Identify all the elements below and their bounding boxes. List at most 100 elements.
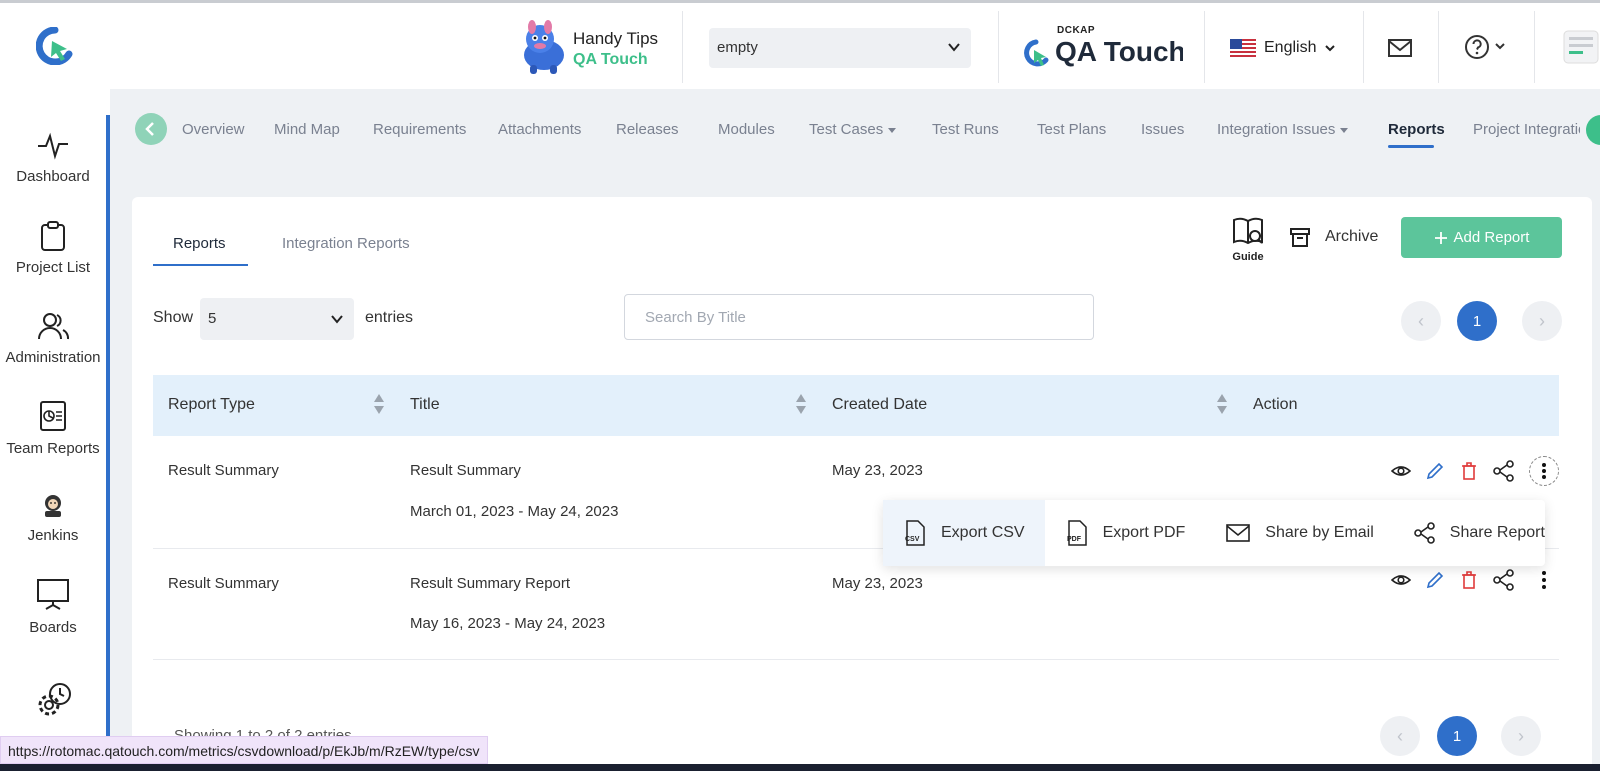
- sidebar-item-team-reports[interactable]: Team Reports: [0, 400, 106, 457]
- taskbar-strip: [0, 764, 1600, 771]
- tips-title: Handy Tips: [573, 29, 659, 48]
- guide-button[interactable]: Guide: [1228, 216, 1268, 264]
- mail-icon[interactable]: [1387, 35, 1413, 61]
- chevron-left-icon: [145, 122, 154, 136]
- qa-touch-logo-icon: [1024, 39, 1049, 67]
- language-select[interactable]: English: [1230, 36, 1336, 60]
- sidebar-item-label: Jenkins: [27, 527, 79, 544]
- tab-requirements[interactable]: Requirements: [373, 121, 466, 138]
- subtab-integration-reports[interactable]: Integration Reports: [282, 235, 410, 252]
- column-header-report-type[interactable]: Report Type: [168, 396, 255, 414]
- sidebar-item-boards[interactable]: Boards: [0, 577, 106, 636]
- view-eye-icon[interactable]: [1391, 570, 1411, 590]
- menu-item-export-csv[interactable]: CSV Export CSV: [883, 500, 1045, 566]
- more-options-button[interactable]: [1529, 456, 1559, 486]
- pagination-next-button[interactable]: ›: [1501, 716, 1541, 756]
- sidebar-item-label: Administration: [5, 349, 101, 366]
- sidebar-item-settings[interactable]: [0, 681, 106, 729]
- users-icon: [38, 313, 70, 340]
- tab-modules[interactable]: Modules: [718, 121, 775, 138]
- pagination-prev-button[interactable]: ‹: [1380, 716, 1420, 756]
- caret-down-icon: [888, 127, 897, 133]
- tab-test-cases[interactable]: Test Cases: [809, 121, 897, 138]
- tips-subtitle: QA Touch: [573, 51, 648, 68]
- tab-project-integrations[interactable]: Project Integratio: [1473, 121, 1580, 138]
- archive-button[interactable]: Archive: [1289, 226, 1378, 248]
- sidebar-item-label: Team Reports: [6, 440, 100, 457]
- language-label: English: [1264, 39, 1317, 56]
- archive-icon: [1290, 228, 1310, 247]
- menu-item-export-pdf[interactable]: PDF Export PDF: [1045, 500, 1206, 566]
- menu-item-share-report[interactable]: Share Report: [1394, 500, 1565, 566]
- sidebar-item-administration[interactable]: Administration: [0, 311, 106, 366]
- mail-icon: [1226, 524, 1251, 542]
- cell-title[interactable]: Result Summary: [410, 462, 521, 479]
- project-select-value: empty: [717, 39, 758, 56]
- pagination-current-page[interactable]: 1: [1437, 716, 1477, 756]
- svg-text:PDF: PDF: [1067, 536, 1082, 543]
- sidebar-item-jenkins[interactable]: Jenkins: [0, 493, 106, 544]
- row-options-menu: CSV Export CSV PDF Export PDF Share by E…: [883, 500, 1545, 566]
- menu-item-label: Share Report: [1449, 524, 1545, 541]
- avatar[interactable]: [1562, 27, 1600, 67]
- tab-test-plans[interactable]: Test Plans: [1037, 121, 1106, 138]
- cell-created-date: May 23, 2023: [832, 462, 923, 479]
- tabs-next-button[interactable]: [1586, 115, 1600, 145]
- pagination-next-button[interactable]: ›: [1522, 301, 1562, 341]
- tab-overview[interactable]: Overview: [182, 121, 245, 138]
- delete-trash-icon[interactable]: [1459, 570, 1479, 590]
- tab-attachments[interactable]: Attachments: [498, 121, 581, 138]
- tab-reports[interactable]: Reports: [1388, 121, 1445, 138]
- tab-test-runs[interactable]: Test Runs: [932, 121, 999, 138]
- tab-integration-issues[interactable]: Integration Issues: [1217, 121, 1349, 138]
- share-icon[interactable]: [1493, 460, 1515, 482]
- archive-label: Archive: [1325, 228, 1379, 245]
- status-url-tooltip: https://rotomac.qatouch.com/metrics/csvd…: [0, 736, 488, 764]
- csv-file-icon: CSV: [905, 520, 925, 546]
- tab-issues[interactable]: Issues: [1141, 121, 1184, 138]
- delete-trash-icon[interactable]: [1459, 461, 1479, 481]
- view-eye-icon[interactable]: [1391, 461, 1411, 481]
- sort-icon[interactable]: [1216, 393, 1228, 415]
- handy-tips[interactable]: Handy Tips QA Touch: [518, 17, 668, 79]
- tab-mind-map[interactable]: Mind Map: [274, 121, 340, 138]
- subtab-reports[interactable]: Reports: [173, 235, 226, 252]
- sidebar-item-label: Dashboard: [16, 168, 90, 185]
- project-select[interactable]: empty: [709, 28, 971, 68]
- pagination-prev-button[interactable]: ‹: [1401, 301, 1441, 341]
- divider: [1534, 11, 1535, 83]
- pagination-current-page[interactable]: 1: [1457, 301, 1497, 341]
- help-icon[interactable]: [1464, 32, 1512, 62]
- column-header-created-date[interactable]: Created Date: [832, 396, 927, 414]
- sort-icon[interactable]: [795, 393, 807, 415]
- column-header-action: Action: [1253, 396, 1298, 413]
- svg-text:CSV: CSV: [905, 536, 920, 543]
- edit-pencil-icon[interactable]: [1425, 570, 1445, 590]
- clipboard-icon: [41, 221, 65, 251]
- share-icon[interactable]: [1493, 569, 1515, 591]
- add-report-button[interactable]: Add Report: [1401, 217, 1562, 258]
- sidebar-item-project-list[interactable]: Project List: [0, 221, 106, 276]
- sidebar-item-dashboard[interactable]: Dashboard: [0, 130, 106, 185]
- plus-icon: [1434, 231, 1447, 244]
- edit-pencil-icon[interactable]: [1425, 461, 1445, 481]
- tab-releases[interactable]: Releases: [616, 121, 679, 138]
- row-actions: [1391, 569, 1559, 591]
- app-logo-icon[interactable]: [36, 27, 74, 65]
- entries-per-page-select[interactable]: 5: [200, 298, 354, 340]
- divider: [682, 11, 683, 83]
- tabs-back-button[interactable]: [135, 113, 167, 145]
- guide-book-icon: [1233, 217, 1263, 245]
- search-input[interactable]: [624, 294, 1094, 340]
- mascot-icon: [524, 20, 564, 74]
- kebab-menu-icon[interactable]: [1529, 570, 1559, 590]
- menu-item-share-email[interactable]: Share by Email: [1205, 500, 1394, 566]
- kebab-menu-icon: [1542, 463, 1546, 479]
- cell-title[interactable]: Result Summary Report: [410, 575, 570, 592]
- sort-icon[interactable]: [373, 393, 385, 415]
- column-header-title[interactable]: Title: [410, 396, 440, 414]
- tab-label: Integration Issues: [1217, 121, 1336, 138]
- chevron-down-icon: [1325, 45, 1336, 52]
- cell-date-range: March 01, 2023 - May 24, 2023: [410, 503, 619, 520]
- active-tab-underline: [1388, 145, 1434, 148]
